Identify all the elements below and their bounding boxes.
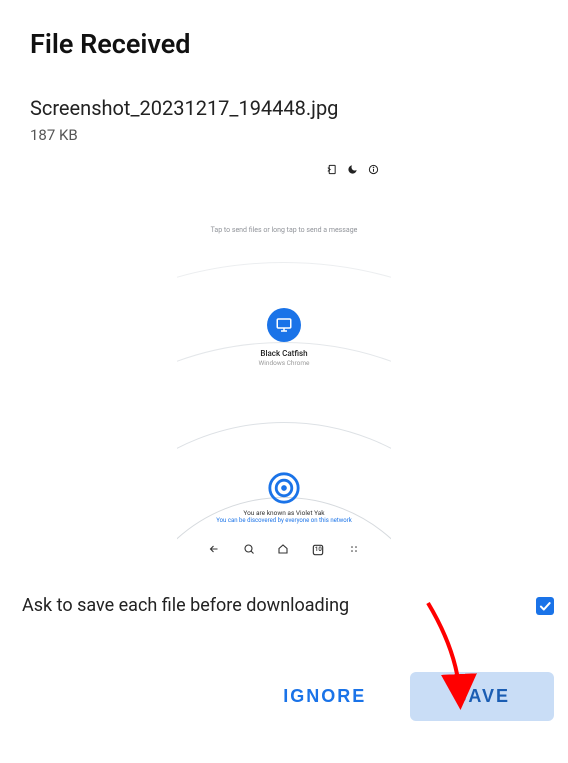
search-icon	[243, 540, 255, 559]
info-icon	[368, 160, 379, 179]
ignore-button[interactable]: IGNORE	[263, 674, 386, 719]
check-icon	[538, 599, 552, 613]
back-icon	[208, 540, 220, 559]
peer-name: Black Catfish	[177, 349, 391, 358]
broadcast-icon	[267, 471, 301, 505]
self-identity: You are known as Violet Yak You can be d…	[177, 471, 391, 524]
peer-device: Black Catfish Windows Chrome	[177, 308, 391, 367]
file-size: 187 KB	[30, 126, 568, 144]
preview-navbar: 10	[177, 540, 391, 559]
file-preview: Tap to send files or long tap to send a …	[0, 152, 568, 567]
preview-thumbnail: Tap to send files or long tap to send a …	[177, 152, 391, 567]
ask-save-checkbox[interactable]	[536, 597, 554, 615]
moon-icon	[347, 160, 358, 179]
save-button[interactable]: SAVE	[410, 672, 554, 721]
preview-topbar	[326, 160, 379, 179]
install-icon	[326, 160, 337, 179]
monitor-icon	[267, 308, 301, 342]
tabs-icon: 10	[311, 543, 325, 557]
discovery-note: You can be discovered by everyone on thi…	[177, 517, 391, 524]
tabs-count: 10	[315, 546, 322, 553]
menu-icon	[348, 540, 360, 559]
file-name: Screenshot_20231217_194448.jpg	[30, 96, 568, 120]
dialog-title: File Received	[30, 28, 568, 60]
home-icon	[277, 540, 289, 559]
ask-save-label: Ask to save each file before downloading	[22, 595, 349, 616]
peer-subtitle: Windows Chrome	[177, 359, 391, 367]
tap-hint-text: Tap to send files or long tap to send a …	[177, 226, 391, 234]
self-known-text: You are known as Violet Yak	[177, 509, 391, 517]
